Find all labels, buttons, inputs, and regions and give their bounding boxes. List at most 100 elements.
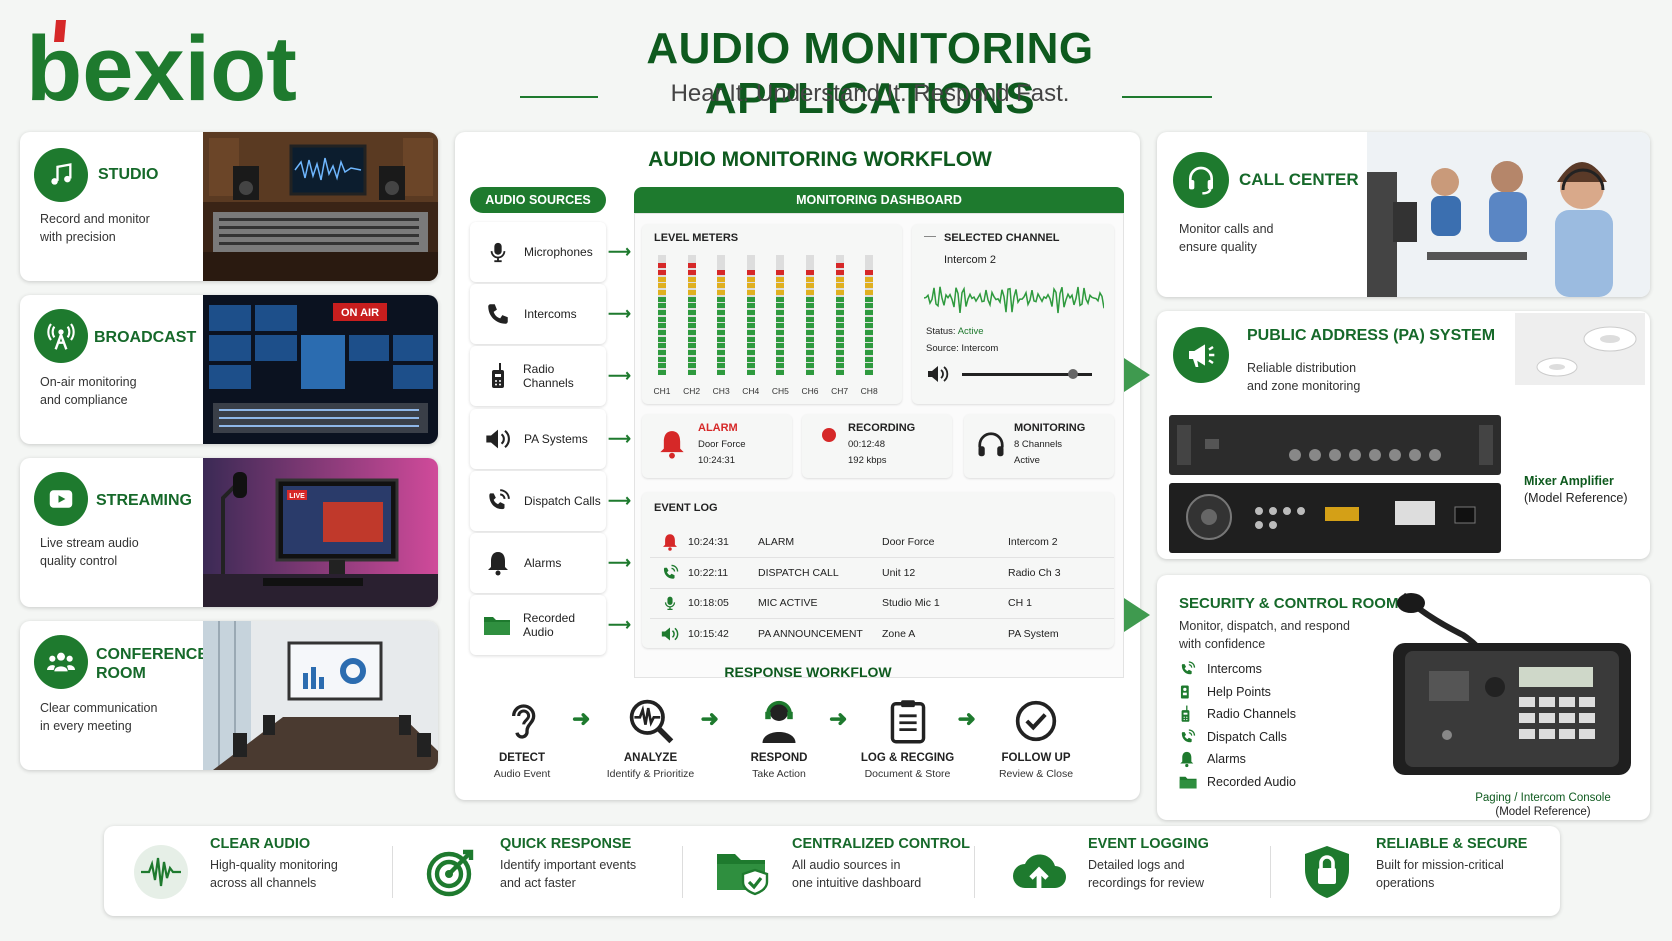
level-meter-segment	[746, 343, 755, 349]
arrow-right-icon: ➜	[700, 706, 719, 731]
event-detail: Door Force	[882, 536, 935, 548]
waveform-graphic	[924, 286, 1104, 314]
event-type: MIC ACTIVE	[758, 597, 818, 609]
audio-source-item[interactable]: Microphones	[470, 222, 606, 282]
response-step[interactable]: FOLLOW UP Review & Close	[976, 696, 1096, 780]
audio-source-item[interactable]: Radio Channels	[470, 346, 606, 407]
level-meter-segment	[717, 276, 726, 282]
benefit-title: CENTRALIZED CONTROL	[792, 836, 971, 852]
audio-sources-label: AUDIO SOURCES	[470, 187, 606, 213]
arrow-right-icon: ⟶	[608, 306, 631, 324]
event-source: Radio Ch 3	[1008, 566, 1061, 579]
step-title: ANALYZE	[623, 752, 678, 764]
app-desc: Monitor, dispatch, and respond with confi…	[1179, 619, 1350, 651]
event-log-row[interactable]: 10:15:42 PA ANNOUNCEMENT Zone A PA System	[652, 620, 1112, 648]
music-note-icon	[34, 148, 88, 202]
level-meter-segment	[865, 356, 874, 362]
alarm-tile[interactable]: ALARM Door Force 10:24:31	[642, 414, 792, 478]
level-meter-segment	[717, 309, 726, 315]
security-item[interactable]: Intercoms	[1179, 658, 1296, 681]
level-meter-segment	[658, 343, 666, 349]
security-item[interactable]: Alarms	[1179, 748, 1296, 771]
level-meter-segment	[687, 336, 696, 342]
level-meter-segment	[806, 269, 814, 275]
app-card-streaming[interactable]: STREAMING Live stream audio quality contr…	[20, 458, 438, 607]
volume-slider-handle[interactable]	[1067, 369, 1078, 379]
level-meter-segment	[658, 283, 666, 289]
event-log-row[interactable]: 10:24:31 ALARM Door Force Intercom 2	[652, 528, 1112, 556]
audio-source-label: Microphones	[524, 245, 593, 259]
level-meter-segment	[865, 289, 874, 295]
app-card-conference-room[interactable]: CONFERENCE ROOM Clear communication in eve…	[20, 621, 438, 770]
event-log-row[interactable]: 10:22:11 DISPATCH CALL Unit 12 Radio Ch 3	[652, 559, 1112, 587]
security-item[interactable]: Recorded Audio	[1179, 771, 1296, 794]
level-meter-segment	[776, 283, 785, 289]
level-meter-segment	[658, 309, 666, 315]
security-item-label: Dispatch Calls	[1207, 729, 1287, 744]
recording-tile[interactable]: RECORDING 00:12:48 192 kbps	[802, 414, 952, 478]
bell-icon	[1179, 751, 1197, 768]
app-title: STUDIO	[98, 166, 159, 183]
step-desc: Audio Event	[493, 768, 551, 780]
monitoring-tile[interactable]: MONITORING 8 Channels Active	[964, 414, 1114, 478]
level-meter-segment	[776, 309, 785, 315]
level-meter-segment	[746, 369, 755, 375]
audio-source-item[interactable]: PA Systems	[470, 408, 606, 469]
level-meter-segment	[717, 323, 726, 329]
level-meter-segment	[687, 289, 696, 295]
arrow-right-icon: ⟶	[608, 430, 631, 448]
logo-text: bexiot	[26, 18, 297, 110]
benefit-title: RELIABLE & SECURE	[1376, 836, 1528, 852]
app-card-call-center[interactable]: CALL CENTER Monitor calls and ensure qual…	[1157, 132, 1650, 297]
event-log-row[interactable]: 10:18:05 MIC ACTIVE Studio Mic 1 CH 1	[652, 589, 1112, 617]
audio-source-item[interactable]: Recorded Audio	[470, 595, 606, 656]
level-meter-segment	[865, 329, 874, 335]
call-center-photo	[1367, 132, 1650, 297]
bell-icon	[660, 431, 684, 459]
level-meter-bar	[776, 255, 785, 375]
audio-source-item[interactable]: Intercoms	[470, 284, 606, 345]
step-desc: Take Action	[752, 768, 806, 780]
level-meter-segment	[865, 283, 874, 289]
folder-icon	[1179, 775, 1197, 789]
live-sign: LIVE	[289, 493, 305, 500]
level-meter-segment	[776, 349, 785, 355]
security-item[interactable]: Dispatch Calls	[1179, 726, 1296, 749]
level-meter-segment	[806, 369, 814, 375]
channel-label: CH1	[653, 386, 671, 396]
response-step[interactable]: DETECT Audio Event	[462, 696, 582, 780]
level-meter-segment	[835, 343, 844, 349]
app-card-pa-system[interactable]: PUBLIC ADDRESS (PA) SYSTEM Reliable dist…	[1157, 311, 1650, 559]
level-meter-segment	[806, 343, 814, 349]
security-item[interactable]: Radio Channels	[1179, 703, 1296, 726]
selected-channel-name: Intercom 2	[944, 254, 996, 266]
monitoring-tile-line2: Active	[1014, 455, 1040, 466]
recording-tile-line1: 00:12:48	[848, 439, 885, 450]
cloud-upload-icon	[1008, 842, 1070, 902]
audio-source-item[interactable]: Dispatch Calls	[470, 470, 606, 531]
level-meter-segment	[658, 303, 666, 309]
app-card-studio[interactable]: STUDIO Record and monitor with precision	[20, 132, 438, 281]
recording-tile-title: RECORDING	[848, 422, 916, 434]
bell-icon	[480, 550, 516, 576]
level-meter-segment	[776, 303, 785, 309]
response-step[interactable]: LOG & RECGING Document & Store	[848, 696, 968, 780]
response-step[interactable]: RESPOND Take Action	[719, 696, 839, 780]
level-meter-segment	[835, 276, 844, 282]
security-item[interactable]: Help Points	[1179, 681, 1296, 704]
volume-icon[interactable]	[926, 364, 950, 389]
benefit-divider	[1270, 846, 1271, 898]
level-meter-segment	[746, 269, 755, 275]
level-meter-segment	[776, 336, 785, 342]
target-icon	[420, 842, 482, 902]
app-card-broadcast[interactable]: BROADCAST On-air monitoring and complianc…	[20, 295, 438, 444]
event-detail: Zone A	[882, 627, 916, 640]
level-meter-segment	[687, 276, 696, 282]
workflow-title: AUDIO MONITORING WORKFLOW	[648, 148, 992, 171]
subtitle-divider-right	[1122, 96, 1212, 98]
flow-arrow-icon	[1124, 598, 1150, 632]
channel-label: CH2	[683, 386, 701, 396]
bexiot-logo: bexiot	[26, 18, 326, 120]
response-step[interactable]: ANALYZE Identify & Prioritize	[591, 696, 711, 780]
audio-source-item[interactable]: Alarms	[470, 533, 606, 593]
